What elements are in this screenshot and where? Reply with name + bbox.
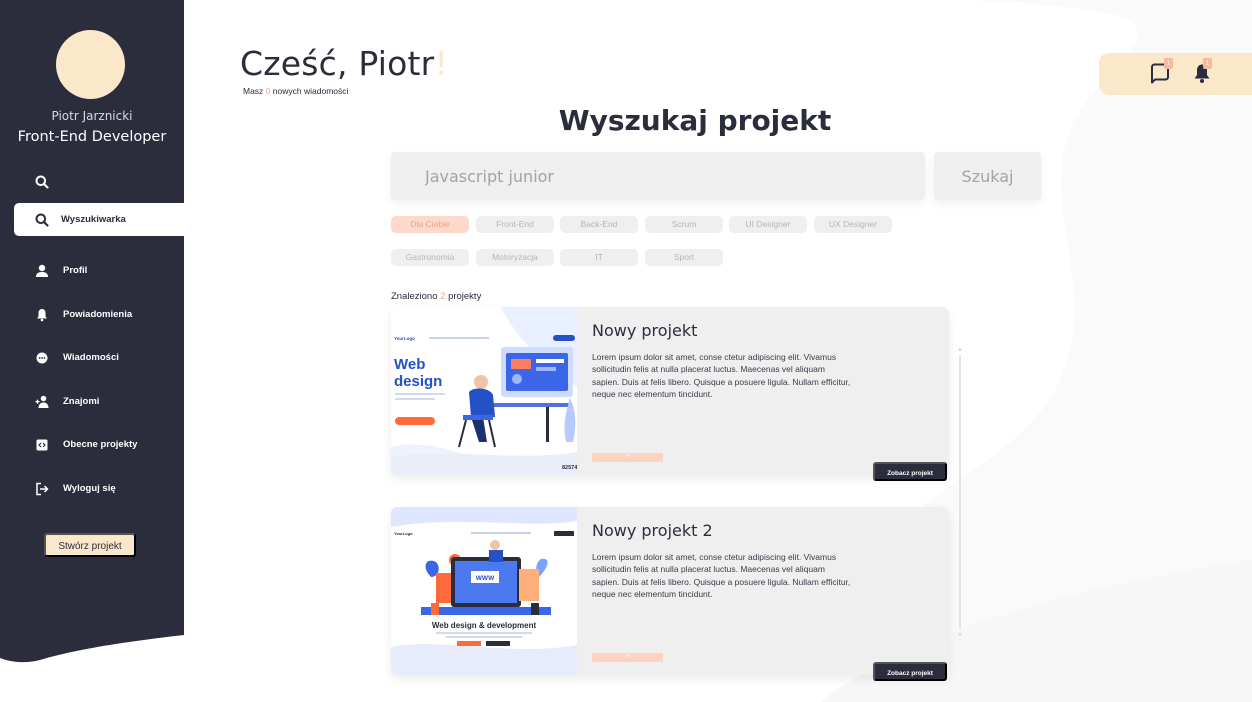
- results-prefix: Znaleziono: [391, 291, 438, 302]
- notification-badge: 1: [1203, 58, 1212, 69]
- sidebar-item-label: Wiadomości: [63, 352, 119, 363]
- page: Piotr Jarznicki Front-End Developer Wysz…: [0, 0, 1252, 702]
- create-project-button[interactable]: Stwórz projekt: [44, 533, 136, 557]
- search-icon: [35, 213, 49, 227]
- friends-icon: [35, 395, 49, 409]
- sidebar-item-znajomi[interactable]: Znajomi: [0, 385, 184, 418]
- web-development-illustration: YourLogo WWW Web design & development: [391, 507, 577, 675]
- messages-summary: Masz 0 nowych wiadomości: [243, 86, 348, 96]
- results-number: 2: [440, 291, 446, 302]
- avatar[interactable]: [56, 30, 125, 99]
- sidebar-item-label: Obecne projekty: [63, 439, 138, 450]
- project-card: YourLogo Web design 82574 Nowy projekt L…: [391, 307, 949, 475]
- project-title[interactable]: Nowy projekt: [592, 321, 697, 340]
- search-icon[interactable]: [35, 175, 49, 189]
- thumb-heading-1: Web: [394, 356, 425, 373]
- top-actions-panel: [1099, 53, 1252, 95]
- thumb-heading-2: design: [394, 373, 442, 390]
- user-role: Front-End Developer: [17, 129, 167, 145]
- chat-icon: [35, 351, 49, 365]
- search-title: Wyszukaj projekt: [558, 104, 832, 137]
- filter-chip-motoryzacja[interactable]: Motoryzacja: [476, 249, 554, 266]
- filter-chip-ui-designer[interactable]: UI Designer: [729, 216, 807, 233]
- thumb-code: 82574: [562, 465, 577, 471]
- search-button[interactable]: Szukaj: [934, 152, 1041, 200]
- sidebar-item-label: Wyszukiwarka: [61, 214, 126, 225]
- sidebar-item-wyszukiwarka[interactable]: Wyszukiwarka: [14, 203, 184, 236]
- filter-chip-sport[interactable]: Sport: [645, 249, 723, 266]
- bell-icon: [35, 308, 49, 322]
- greeting-mark: !: [434, 44, 448, 83]
- filter-chip-ux-designer[interactable]: UX Designer: [814, 216, 892, 233]
- messages-prefix: Masz: [243, 86, 264, 96]
- code-icon: [35, 438, 49, 452]
- view-project-button[interactable]: Zobacz projekt: [873, 462, 947, 481]
- sidebar-item-powiadomienia[interactable]: Powiadomienia: [0, 298, 184, 331]
- sidebar-item-wiadomosci[interactable]: Wiadomości: [0, 341, 184, 374]
- filter-chip-dla-ciebie[interactable]: Dla Ciebie: [391, 216, 469, 233]
- web-design-illustration: YourLogo Web design 82574: [391, 307, 577, 475]
- project-thumbnail[interactable]: YourLogo Web design 82574: [391, 307, 577, 475]
- sidebar-item-profil[interactable]: Profil: [0, 254, 184, 287]
- project-tag: IT: [592, 453, 663, 462]
- sidebar: Piotr Jarznicki Front-End Developer Wysz…: [0, 0, 184, 702]
- project-tag: IT: [592, 653, 663, 662]
- search-input[interactable]: [391, 152, 925, 200]
- results-scrollbar[interactable]: [958, 347, 962, 637]
- message-badge: 1: [1164, 58, 1173, 69]
- results-count: Znaleziono 2 projekty: [391, 291, 481, 302]
- filter-chip-back-end[interactable]: Back-End: [560, 216, 638, 233]
- user-name: Piotr Jarznicki: [51, 109, 133, 123]
- messages-count: 0: [265, 86, 271, 96]
- thumb-logo: YourLogo: [394, 336, 415, 341]
- thumb-logo: YourLogo: [394, 531, 413, 536]
- sidebar-item-obecne-projekty[interactable]: Obecne projekty: [0, 428, 184, 461]
- view-project-button[interactable]: Zobacz projekt: [873, 662, 947, 681]
- filter-chip-gastronomia[interactable]: Gastronomia: [391, 249, 469, 266]
- sidebar-item-label: Znajomi: [63, 396, 100, 407]
- project-thumbnail[interactable]: YourLogo WWW Web design & development: [391, 507, 577, 675]
- sidebar-item-wyloguj[interactable]: Wyloguj się: [0, 472, 184, 505]
- filter-chip-scrum[interactable]: Scrum: [645, 216, 723, 233]
- logout-icon: [35, 482, 49, 496]
- sidebar-item-label: Powiadomienia: [63, 309, 133, 320]
- project-description: Lorem ipsum dolor sit amet, conse ctetur…: [592, 352, 851, 400]
- results-suffix: projekty: [448, 291, 482, 302]
- greeting-text: Cześć, Piotr: [240, 44, 435, 83]
- filter-chip-front-end[interactable]: Front-End: [476, 216, 554, 233]
- sidebar-item-label: Wyloguj się: [63, 483, 116, 494]
- project-description: Lorem ipsum dolor sit amet, conse ctetur…: [592, 552, 851, 600]
- filter-chip-it[interactable]: IT: [560, 249, 638, 266]
- thumb-screen-text: WWW: [476, 575, 495, 582]
- page-title: Cześć, Piotr!: [240, 44, 448, 83]
- thumb-heading: Web design & development: [432, 621, 537, 630]
- project-card: YourLogo WWW Web design & development No…: [391, 507, 949, 675]
- project-title[interactable]: Nowy projekt 2: [592, 521, 713, 540]
- user-icon: [35, 264, 49, 278]
- messages-suffix: nowych wiadomości: [272, 86, 349, 96]
- sidebar-item-label: Profil: [63, 265, 88, 276]
